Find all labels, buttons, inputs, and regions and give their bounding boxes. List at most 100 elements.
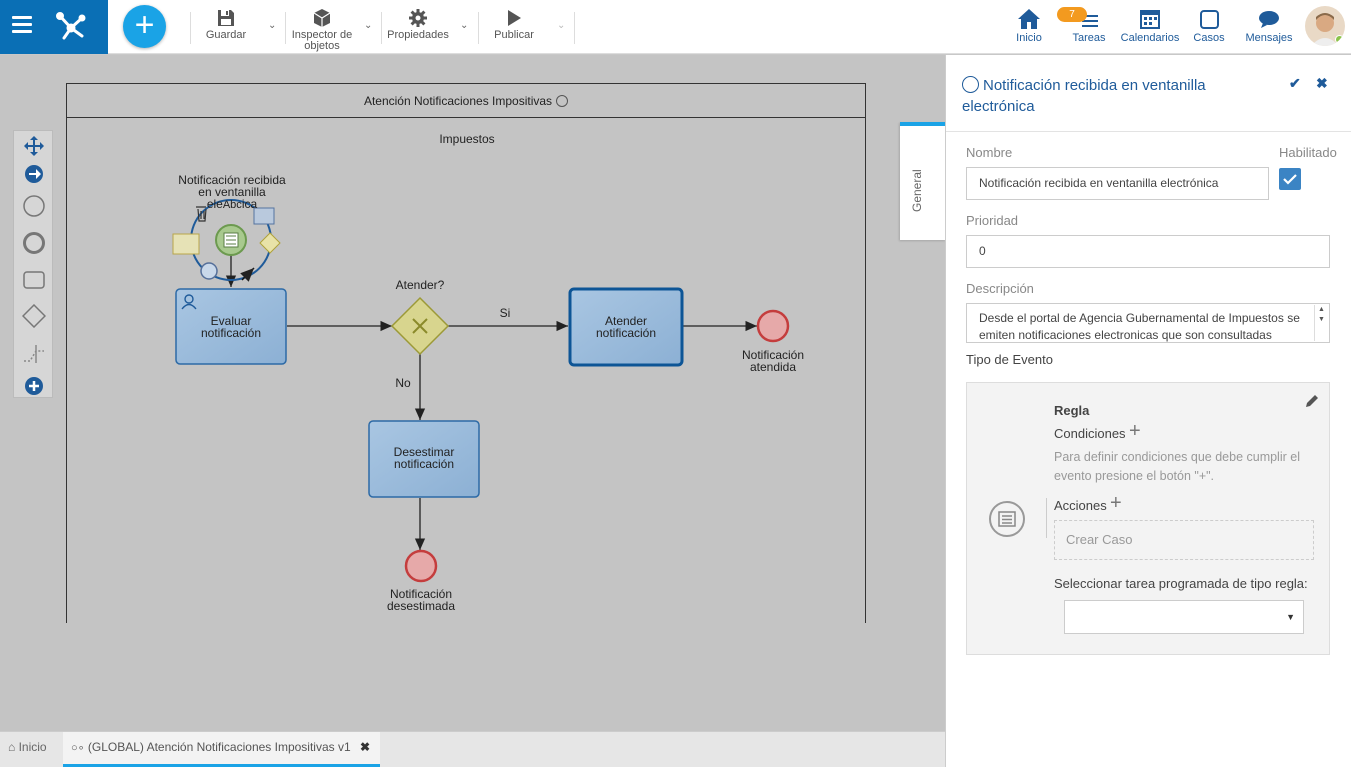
add-new-button[interactable]: + xyxy=(123,5,166,48)
close-icon[interactable]: ✖ xyxy=(1316,75,1328,92)
toolbar-divider xyxy=(574,12,575,44)
nav-inicio[interactable]: Inicio xyxy=(1012,6,1046,44)
nav-casos[interactable]: Casos xyxy=(1192,6,1226,44)
publish-button[interactable]: Publicar xyxy=(492,8,536,41)
inspector-dropdown-chevron-icon[interactable]: ⌄ xyxy=(364,20,372,31)
rule-lines-icon xyxy=(223,232,239,248)
edit-pencil-icon[interactable] xyxy=(1304,393,1320,409)
task-desestimar-line2: notificación xyxy=(393,457,455,471)
context-event-icon[interactable] xyxy=(200,262,218,280)
properties-button[interactable]: Propiedades xyxy=(386,8,450,41)
inspector-label-2: objetos xyxy=(304,40,340,52)
textarea-scrollbar[interactable]: ▲ ▼ xyxy=(1314,305,1328,341)
context-annotation-icon[interactable] xyxy=(172,233,200,255)
home-icon xyxy=(1018,9,1040,29)
event-box-divider xyxy=(1046,498,1047,538)
tarea-programada-label: Seleccionar tarea programada de tipo reg… xyxy=(1054,576,1308,591)
save-button[interactable]: Guardar xyxy=(204,8,248,41)
home-small-icon: ⌂ xyxy=(8,740,16,754)
save-label: Guardar xyxy=(205,29,247,41)
add-condition-plus-icon[interactable]: + xyxy=(1129,421,1141,441)
context-gateway-icon[interactable] xyxy=(259,232,281,254)
start-label-line3b: Abc xyxy=(222,199,242,211)
toolbar-divider xyxy=(285,12,286,44)
tab-process-label: (GLOBAL) Atención Notificaciones Imposit… xyxy=(87,740,351,754)
toolbar-divider xyxy=(478,12,479,44)
gear-icon xyxy=(409,9,427,27)
nav-calendarios-label: Calendarios xyxy=(1120,32,1180,44)
properties-label: Propiedades xyxy=(387,29,449,41)
prioridad-label: Prioridad xyxy=(966,213,1019,228)
publish-dropdown-chevron-icon[interactable]: ⌄ xyxy=(557,20,565,31)
panel-title: Notificación recibida en ventanilla elec… xyxy=(962,75,1282,117)
save-dropdown-chevron-icon[interactable]: ⌄ xyxy=(268,20,276,31)
end-atendida-label: Notificación atendida xyxy=(728,349,818,373)
toolbar-divider xyxy=(381,12,382,44)
app-logo-icon[interactable] xyxy=(54,8,88,42)
start-event-label: Notificación recibida en ventanilla eleA… xyxy=(172,174,292,211)
process-diagram xyxy=(172,199,790,583)
descripcion-textarea[interactable]: Desde el portal de Agencia Gubernamental… xyxy=(966,303,1330,343)
cube-icon xyxy=(313,9,331,27)
nav-inicio-label: Inicio xyxy=(1016,32,1042,44)
close-tab-icon[interactable]: ✖ xyxy=(360,740,370,754)
tab-process[interactable]: ○∘ (GLOBAL) Atención Notificaciones Impo… xyxy=(63,732,380,767)
condiciones-label: Condiciones xyxy=(1054,426,1126,441)
nav-tareas-label: Tareas xyxy=(1072,32,1106,44)
nav-calendarios[interactable]: Calendarios xyxy=(1120,6,1180,44)
descripcion-label: Descripción xyxy=(966,281,1034,296)
online-status-dot xyxy=(1335,35,1344,44)
confirm-check-icon[interactable]: ✔ xyxy=(1289,75,1301,92)
top-bar: + Guardar ⌄ Inspector de objetos ⌄ Propi… xyxy=(0,0,1351,54)
calendar-icon xyxy=(1140,10,1160,29)
task-evaluar-line2: notificación xyxy=(200,326,262,340)
tareas-count-badge: 7 xyxy=(1057,7,1087,22)
start-label-line3c: ica xyxy=(241,197,258,211)
habilitado-checkbox[interactable] xyxy=(1279,168,1301,190)
select-caret-down-icon: ▼ xyxy=(1286,612,1295,622)
end-desestimada-line2: desestimada xyxy=(386,599,456,613)
process-graph-icon: ○∘ xyxy=(71,742,85,754)
play-icon xyxy=(508,10,521,26)
end-event-desestimada[interactable] xyxy=(404,549,438,583)
tarea-programada-select[interactable]: ▼ xyxy=(1064,600,1304,634)
rule-event-icon xyxy=(989,501,1025,537)
condiciones-help: Para definir condiciones que debe cumpli… xyxy=(1054,448,1300,486)
checkmark-icon xyxy=(1283,174,1297,185)
diagram-canvas[interactable]: Atención Notificaciones Impositivas Impu… xyxy=(0,55,945,731)
user-avatar[interactable] xyxy=(1305,6,1345,46)
chat-bubble-icon xyxy=(1259,11,1279,28)
nombre-input[interactable]: Notificación recibida en ventanilla elec… xyxy=(966,167,1269,200)
panel-title-text: Notificación recibida en ventanilla elec… xyxy=(962,77,1206,115)
properties-dropdown-chevron-icon[interactable]: ⌄ xyxy=(460,20,468,31)
condiciones-help-line2: evento presione el botón "+". xyxy=(1054,469,1215,483)
task-atender-label: Atender notificación xyxy=(570,315,682,339)
vertical-tab-general[interactable]: General xyxy=(900,122,946,240)
end-atendida-line2: atendida xyxy=(749,360,797,374)
object-inspector-button[interactable]: Inspector de objetos xyxy=(290,8,354,52)
nav-mensajes[interactable]: Mensajes xyxy=(1244,6,1294,44)
flow-no-label: No xyxy=(395,376,411,390)
end-event-atendida[interactable] xyxy=(756,309,790,343)
habilitado-label: Habilitado xyxy=(1279,145,1337,160)
vertical-tab-label: General xyxy=(910,169,924,212)
start-label-line3a: ele xyxy=(206,197,223,211)
floppy-icon xyxy=(218,10,234,26)
crear-caso-action[interactable]: Crear Caso xyxy=(1054,520,1314,560)
nombre-label: Nombre xyxy=(966,145,1013,160)
panel-divider xyxy=(946,131,1351,132)
task-desestimar-label: Desestimar notificación xyxy=(369,446,479,470)
regla-label: Regla xyxy=(1054,403,1090,418)
tab-inicio[interactable]: ⌂ Inicio xyxy=(0,732,55,767)
tab-inicio-label: Inicio xyxy=(18,740,47,754)
task-atender-line2: notificación xyxy=(595,326,657,340)
end-desestimada-label: Notificación desestimada xyxy=(376,588,466,612)
condiciones-help-line1: Para definir condiciones que debe cumpli… xyxy=(1054,450,1300,464)
brand-area xyxy=(0,0,108,54)
nav-mensajes-label: Mensajes xyxy=(1245,32,1293,44)
add-action-plus-icon[interactable]: + xyxy=(1110,493,1122,513)
prioridad-input[interactable]: 0 xyxy=(966,235,1330,268)
bottom-tab-bar: ⌂ Inicio ○∘ (GLOBAL) Atención Notificaci… xyxy=(0,731,945,767)
hamburger-menu-icon[interactable] xyxy=(12,16,32,36)
start-event-circle-icon xyxy=(962,76,979,93)
